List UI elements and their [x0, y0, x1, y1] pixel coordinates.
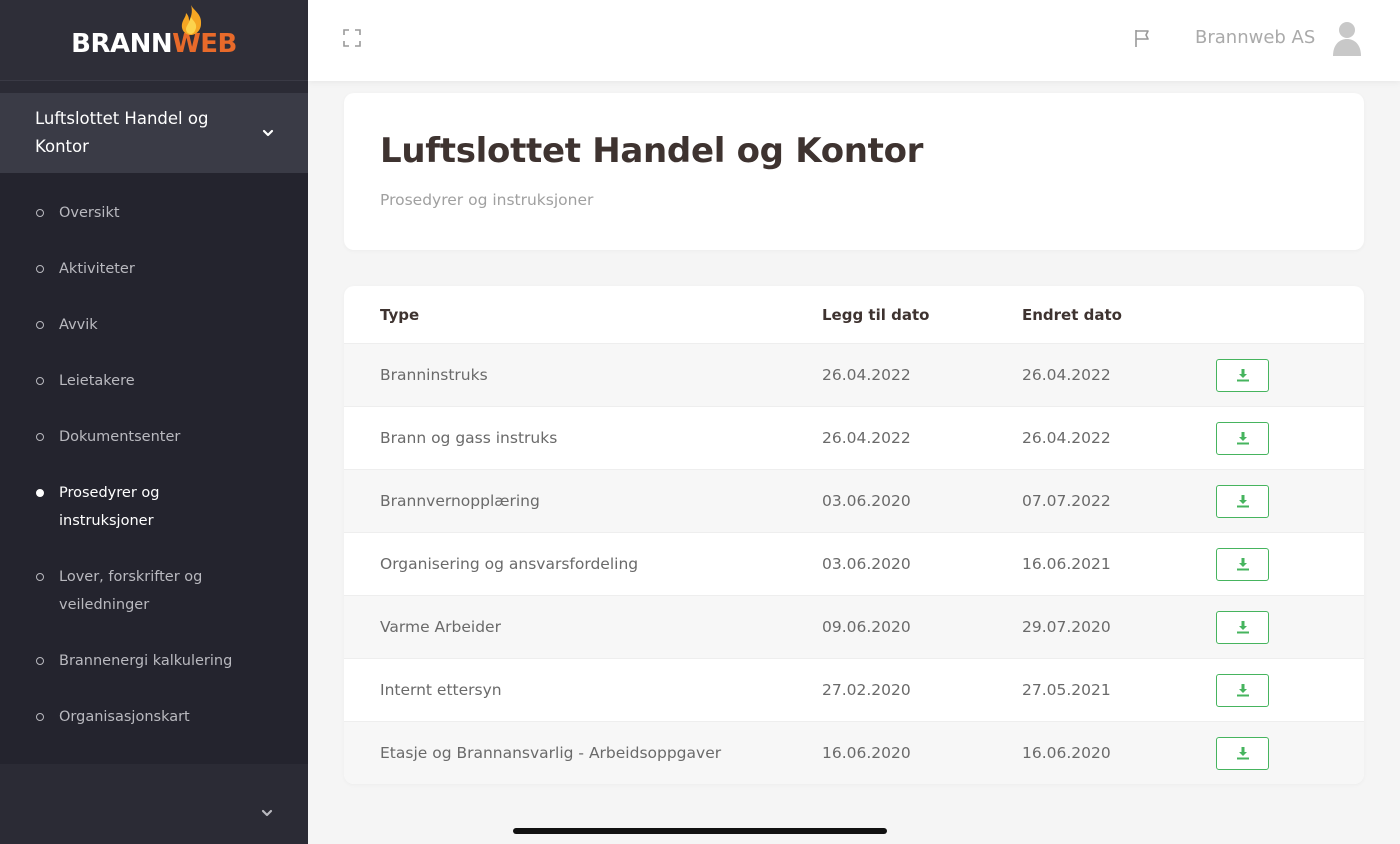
flame-icon: [181, 5, 202, 35]
cell-modified-date: 16.06.2021: [1022, 555, 1111, 573]
download-icon: [1236, 558, 1249, 571]
cell-added-date: 26.04.2022: [822, 366, 911, 384]
download-icon: [1236, 747, 1249, 760]
cell-type: Internt ettersyn: [380, 681, 502, 699]
download-button[interactable]: [1216, 484, 1269, 518]
cell-type: Brann og gass instruks: [380, 429, 558, 447]
download-button[interactable]: [1216, 547, 1269, 581]
cell-modified-date: 07.07.2022: [1022, 492, 1111, 510]
download-button[interactable]: [1216, 358, 1269, 392]
sidebar-item-label: Dokumentsenter: [59, 429, 181, 445]
table-row: Etasje og Brannansvarlig - Arbeidsoppgav…: [344, 721, 1364, 784]
sidebar-item-prosedyrer[interactable]: Prosedyrer og instruksjoner: [0, 465, 308, 549]
cell-modified-date: 16.06.2020: [1022, 744, 1111, 762]
table-row: Branninstruks 26.04.2022 26.04.2022: [344, 343, 1364, 406]
cell-modified-date: 26.04.2022: [1022, 366, 1111, 384]
sidebar-item-label: Oversikt: [59, 205, 120, 221]
sidebar-item-lover[interactable]: Lover, forskrifter og veiledninger: [0, 549, 308, 633]
download-button[interactable]: [1216, 610, 1269, 644]
download-icon: [1236, 495, 1249, 508]
page-subtitle: Prosedyrer og instruksjoner: [380, 191, 594, 209]
cell-added-date: 03.06.2020: [822, 555, 911, 573]
company-name: Luftslottet Handel og Kontor: [35, 109, 209, 156]
topbar: Brannweb AS: [308, 0, 1400, 81]
cell-type: Varme Arbeider: [380, 618, 501, 636]
sidebar-item-label: Lover, forskrifter og veiledninger: [59, 569, 203, 613]
bullet-icon: [36, 265, 44, 273]
cell-type: Etasje og Brannansvarlig - Arbeidsoppgav…: [380, 744, 722, 762]
sidebar-item-leietakere[interactable]: Leietakere: [0, 353, 308, 409]
home-indicator: [513, 828, 887, 834]
sidebar-item-label: Avvik: [59, 317, 98, 333]
download-icon: [1236, 684, 1249, 697]
table-header: Type Legg til dato Endret dato: [344, 286, 1364, 343]
page-header-card: Luftslottet Handel og Kontor Prosedyrer …: [344, 93, 1364, 250]
bullet-icon: [36, 657, 44, 665]
sidebar-item-avvik[interactable]: Avvik: [0, 297, 308, 353]
sidebar-item-organisasjonskart[interactable]: Organisasjonskart: [0, 689, 308, 745]
logo-text-brann: BRANN: [71, 29, 173, 59]
download-button[interactable]: [1216, 673, 1269, 707]
sidebar-item-label: Leietakere: [59, 373, 135, 389]
logo-text-web: WEB: [172, 5, 237, 59]
sidebar-item-label: Brannenergi kalkulering: [59, 653, 233, 669]
chevron-down-icon[interactable]: [261, 807, 273, 819]
chevron-down-icon: [262, 129, 274, 137]
download-icon: [1236, 369, 1249, 382]
cell-added-date: 09.06.2020: [822, 618, 911, 636]
download-icon: [1236, 432, 1249, 445]
fullscreen-icon[interactable]: [342, 28, 362, 48]
cell-modified-date: 26.04.2022: [1022, 429, 1111, 447]
download-icon: [1236, 621, 1249, 634]
table-row: Organisering og ansvarsfordeling 03.06.2…: [344, 532, 1364, 595]
sidebar-item-label: Aktiviteter: [59, 261, 135, 277]
cell-type: Organisering og ansvarsfordeling: [380, 555, 639, 573]
brannweb-logo[interactable]: BRANN WEB: [71, 5, 237, 59]
sidebar: BRANN WEB Luftslottet Handel og Kontor O…: [0, 0, 308, 844]
bullet-icon: [36, 573, 44, 581]
sidebar-item-aktiviteter[interactable]: Aktiviteter: [0, 241, 308, 297]
company-selector[interactable]: Luftslottet Handel og Kontor: [0, 93, 308, 173]
procedures-table: Type Legg til dato Endret dato Branninst…: [344, 286, 1364, 784]
cell-added-date: 27.02.2020: [822, 681, 911, 699]
download-button[interactable]: [1216, 421, 1269, 455]
flag-icon[interactable]: [1132, 27, 1154, 49]
bullet-icon: [36, 489, 44, 497]
table-row: Varme Arbeider 09.06.2020 29.07.2020: [344, 595, 1364, 658]
table-row: Brannvernopplæring 03.06.2020 07.07.2022: [344, 469, 1364, 532]
cell-modified-date: 27.05.2021: [1022, 681, 1111, 699]
sidebar-item-dokumentsenter[interactable]: Dokumentsenter: [0, 409, 308, 465]
cell-type: Brannvernopplæring: [380, 492, 540, 510]
bullet-icon: [36, 377, 44, 385]
bullet-icon: [36, 433, 44, 441]
sidebar-item-label: Organisasjonskart: [59, 709, 190, 725]
cell-added-date: 16.06.2020: [822, 744, 911, 762]
cell-added-date: 03.06.2020: [822, 492, 911, 510]
sidebar-item-label: Prosedyrer og instruksjoner: [59, 485, 160, 529]
table-row: Brann og gass instruks 26.04.2022 26.04.…: [344, 406, 1364, 469]
column-header-added: Legg til dato: [822, 305, 930, 324]
cell-type: Branninstruks: [380, 366, 488, 384]
sidebar-item-brannenergi[interactable]: Brannenergi kalkulering: [0, 633, 308, 689]
column-header-modified: Endret dato: [1022, 305, 1122, 324]
table-row: Internt ettersyn 27.02.2020 27.05.2021: [344, 658, 1364, 721]
logo-area: BRANN WEB: [0, 0, 308, 81]
sidebar-nav: Oversikt Aktiviteter Avvik Leietakere Do…: [0, 173, 308, 781]
user-avatar-icon[interactable]: [1332, 20, 1362, 56]
user-name[interactable]: Brannweb AS: [1195, 24, 1315, 52]
bullet-icon: [36, 321, 44, 329]
cell-modified-date: 29.07.2020: [1022, 618, 1111, 636]
download-button[interactable]: [1216, 736, 1269, 770]
page-title: Luftslottet Handel og Kontor: [380, 131, 924, 171]
bullet-icon: [36, 713, 44, 721]
cell-added-date: 26.04.2022: [822, 429, 911, 447]
sidebar-item-oversikt[interactable]: Oversikt: [0, 185, 308, 241]
column-header-type: Type: [380, 305, 420, 324]
bullet-icon: [36, 209, 44, 217]
sidebar-footer: [0, 765, 308, 844]
